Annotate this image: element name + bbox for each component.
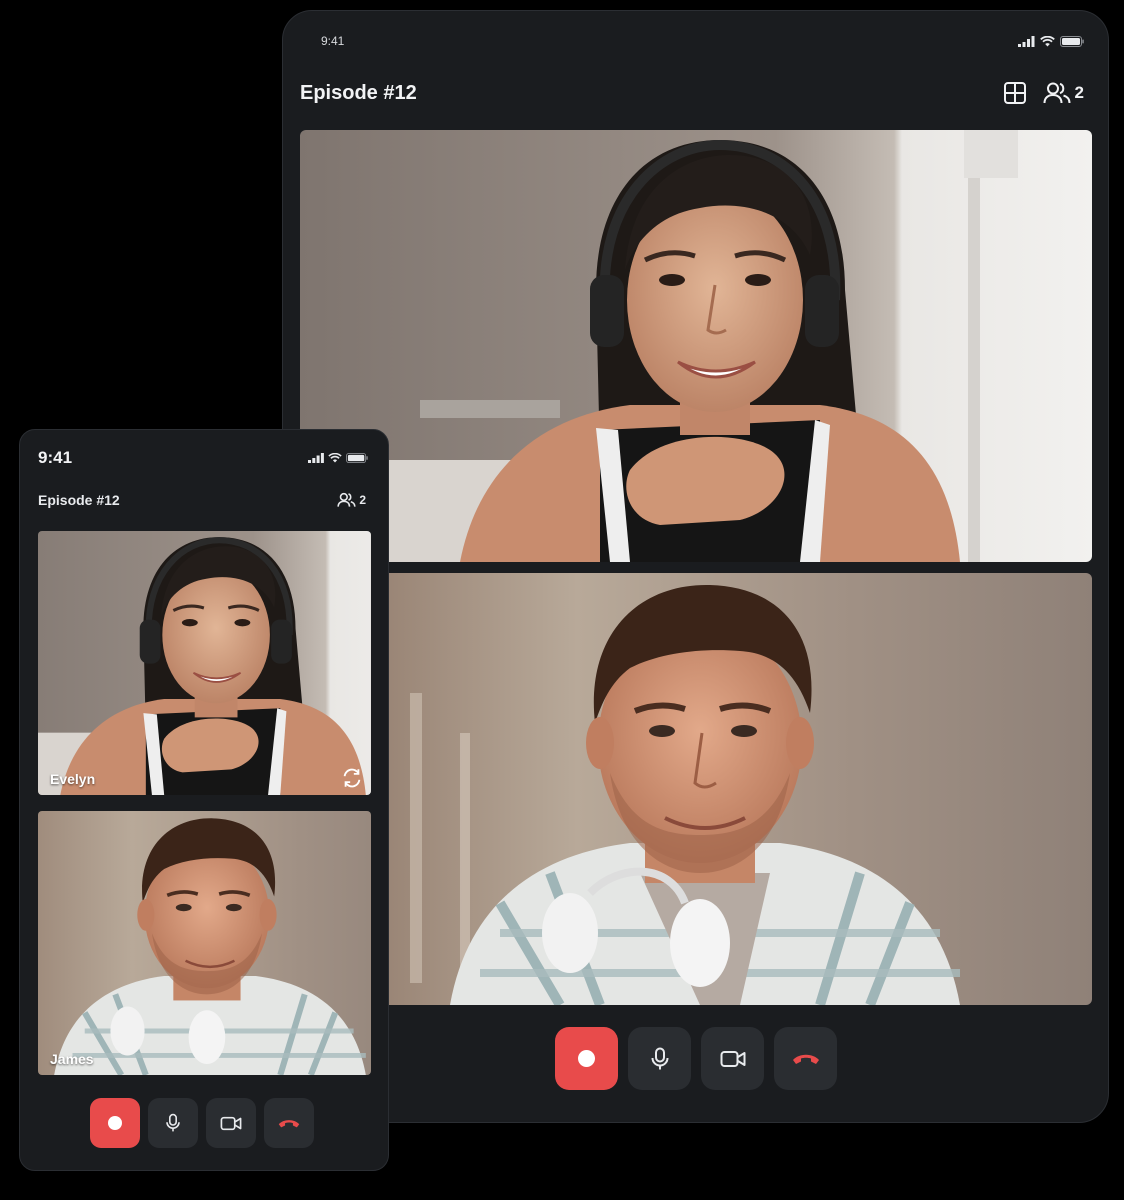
signal-icon (308, 453, 324, 463)
page-title: Episode #12 (300, 81, 417, 104)
end-call-icon (791, 1052, 821, 1066)
participants-icon (1043, 81, 1071, 105)
tablet-header: Episode #12 2 (300, 69, 1084, 117)
video-camera-icon (720, 1050, 746, 1068)
camera-button[interactable] (206, 1098, 256, 1148)
participants-button[interactable]: 2 (1043, 81, 1084, 105)
phone-status-bar: 9:41 (38, 448, 368, 468)
battery-icon (346, 453, 368, 463)
mute-button[interactable] (148, 1098, 198, 1148)
tablet-device: 9:41 Episode #12 2 (282, 10, 1109, 1123)
grid-layout-icon[interactable] (1003, 81, 1027, 105)
participants-icon (337, 492, 356, 508)
participant-name: Evelyn (50, 771, 96, 787)
call-controls (90, 1098, 314, 1148)
end-call-icon (277, 1118, 301, 1129)
header-actions: 2 (1003, 81, 1084, 105)
video-tile-evelyn[interactable] (300, 130, 1092, 562)
video-camera-icon (220, 1116, 242, 1131)
wifi-icon (328, 453, 342, 463)
video-tile-evelyn[interactable]: Evelyn (38, 531, 371, 795)
wifi-icon (1040, 35, 1055, 47)
end-call-button[interactable] (264, 1098, 314, 1148)
video-tile-james[interactable] (300, 573, 1092, 1005)
microphone-icon (650, 1047, 670, 1071)
battery-icon (1060, 35, 1084, 47)
participant-count: 2 (1074, 83, 1084, 102)
camera-button[interactable] (701, 1027, 764, 1090)
tablet-status-bar: 9:41 (321, 33, 1084, 49)
record-icon (108, 1116, 122, 1130)
record-button[interactable] (90, 1098, 140, 1148)
mute-button[interactable] (628, 1027, 691, 1090)
flip-camera-icon[interactable] (341, 767, 363, 789)
record-button[interactable] (555, 1027, 618, 1090)
showcase-stage: 9:41 Episode #12 2 9:41 Episode #12 2 Ev… (0, 0, 1124, 1200)
call-controls (555, 1027, 837, 1090)
end-call-button[interactable] (774, 1027, 837, 1090)
phone-header: Episode #12 2 (38, 488, 366, 512)
status-time: 9:41 (38, 448, 73, 467)
participants-button[interactable]: 2 (337, 492, 366, 508)
participant-video-feed (300, 573, 1092, 1005)
status-indicators (308, 453, 368, 463)
signal-icon (1018, 35, 1035, 47)
participant-name: James (50, 1051, 94, 1067)
participant-count: 2 (359, 493, 366, 507)
participant-video-feed (38, 811, 371, 1075)
participant-video-feed (300, 130, 1092, 562)
video-tile-james[interactable]: James (38, 811, 371, 1075)
microphone-icon (165, 1113, 181, 1133)
record-icon (578, 1050, 595, 1067)
participant-video-feed (38, 531, 371, 795)
status-time: 9:41 (321, 34, 345, 48)
phone-device: 9:41 Episode #12 2 Evelyn James (19, 429, 389, 1171)
status-indicators (1018, 35, 1084, 47)
page-title: Episode #12 (38, 492, 120, 508)
